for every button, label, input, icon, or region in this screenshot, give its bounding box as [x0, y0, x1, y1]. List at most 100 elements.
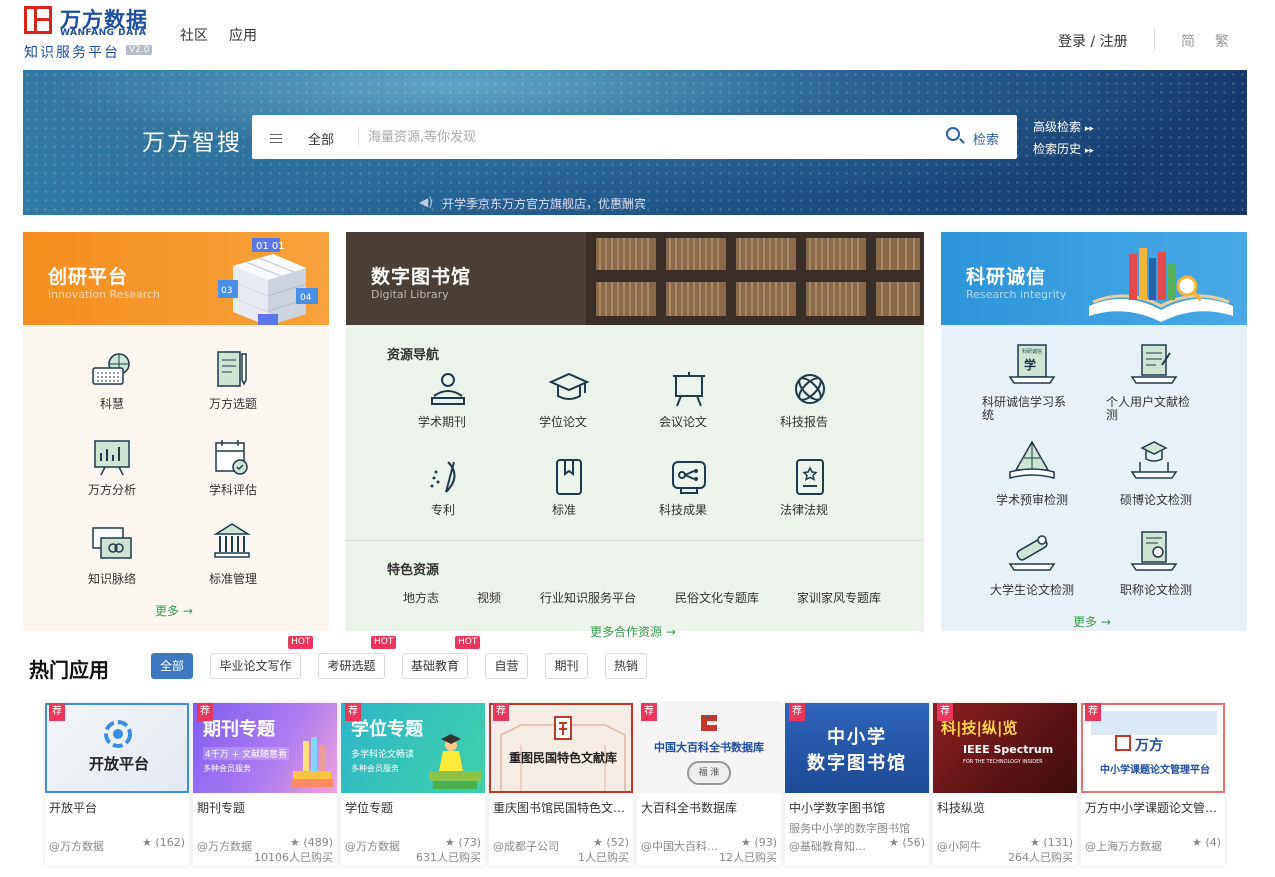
library-more-link[interactable]: 更多合作资源 → [590, 623, 676, 640]
lang-traditional[interactable]: 繁 [1215, 31, 1229, 51]
search-brand: 万方智搜 [142, 130, 242, 156]
integrity-master-phd[interactable]: 硕博论文检测 [1106, 494, 1206, 507]
search-history-link[interactable]: 检索历史 ▸▸ [1033, 140, 1094, 157]
item-discipline-eval[interactable]: 学科评估 [193, 484, 273, 497]
open-platform-logo-icon [104, 720, 132, 748]
nav-apps[interactable]: 应用 [229, 25, 257, 45]
card-author[interactable]: @成都子公司 [493, 838, 579, 854]
item-kehui[interactable]: 科慧 [72, 398, 152, 411]
search-input[interactable] [368, 122, 928, 152]
res-thesis[interactable]: 学位论文 [539, 416, 589, 429]
innovation-more-link[interactable]: 更多 → [155, 602, 193, 619]
star-icon: ★ [889, 836, 899, 849]
rating-count: (52) [606, 836, 629, 849]
card-rating: ★ (489) [290, 836, 333, 849]
integrity-pre-review[interactable]: 学术预审检测 [982, 494, 1082, 507]
res-tech-achievement[interactable]: 科技成果 [659, 504, 709, 517]
innovation-header[interactable]: 创研平台 innovation Research 01 01 03 04 [23, 232, 329, 325]
special-industry-platform[interactable]: 行业知识服务平台 [540, 589, 636, 606]
nav-community[interactable]: 社区 [180, 25, 208, 45]
res-tech-report[interactable]: 科技报告 [780, 416, 830, 429]
patent-spark-icon [430, 461, 456, 493]
integrity-title: 科研诚信 [966, 266, 1047, 288]
search-button[interactable]: 检索 [973, 129, 999, 148]
filter-thesis-writing[interactable]: 毕业论文写作 [210, 653, 301, 679]
app-card[interactable]: 开放平台 荐 开放平台 @万方数据 ★ (162) [45, 703, 189, 866]
library-header[interactable]: 数字图书馆 Digital Library [346, 232, 924, 325]
app-card[interactable]: 中国大百科全书数据库 福 淮 荐 大百科全书数据库 @中国大百科全书 ★ (93… [637, 703, 781, 866]
svg-text:03: 03 [221, 286, 232, 296]
recommend-tag: 荐 [345, 703, 361, 721]
card-author[interactable]: @上海万方数据 [1085, 838, 1171, 854]
lang-simplified[interactable]: 简 [1181, 31, 1195, 51]
item-topic-selection[interactable]: 万方选题 [193, 398, 273, 411]
filter-postgrad-topics[interactable]: 考研选题 [318, 653, 385, 679]
filter-basic-education[interactable]: 基础教育 [402, 653, 468, 679]
card-rating: ★ (52) [593, 836, 629, 849]
card-image-title: 万方 [1135, 738, 1163, 754]
integrity-personal-check[interactable]: 个人用户文献检测 [1106, 396, 1196, 422]
item-analysis[interactable]: 万方分析 [72, 484, 152, 497]
bookshelf-illustration [586, 232, 924, 325]
res-law[interactable]: 法律法规 [780, 504, 830, 517]
special-folk-culture[interactable]: 民俗文化专题库 [675, 589, 759, 606]
res-journal[interactable]: 学术期刊 [418, 416, 468, 429]
card-image-sub2: 多种会员服务 [351, 764, 399, 773]
search-history-label: 检索历史 [1033, 142, 1082, 156]
cube-illustration: 01 01 03 04 [218, 238, 318, 325]
integrity-learning-system[interactable]: 科研诚信学习系统 [982, 396, 1072, 422]
card-image: 中国大百科全书数据库 福 淮 [637, 703, 781, 793]
card-image-title: 中小学 [827, 727, 887, 748]
app-card[interactable]: 科|技|纵|览 IEEE Spectrum FOR THE TECHNOLOGY… [933, 703, 1077, 866]
filter-best-selling[interactable]: 热销 [605, 653, 647, 679]
books-illustration [291, 737, 333, 787]
menu-icon[interactable] [270, 134, 282, 143]
res-conference[interactable]: 会议论文 [659, 416, 709, 429]
integrity-more-link[interactable]: 更多 → [1073, 613, 1111, 630]
login-register-link[interactable]: 登录 / 注册 [1058, 31, 1128, 51]
integrity-header[interactable]: 科研诚信 Research integrity [941, 232, 1247, 325]
card-image-sub: 中小学课题论文管理平台 [1100, 765, 1210, 776]
recommend-tag: 荐 [1085, 703, 1101, 721]
app-card[interactable]: 重图民国特色文献库 荐 重庆图书馆民国特色文献库 @成都子公司 ★ (52) 1… [489, 703, 633, 866]
integrity-title-paper[interactable]: 职称论文检测 [1106, 584, 1206, 597]
res-patent[interactable]: 专利 [418, 504, 468, 517]
app-card[interactable]: 万方 中小学课题论文管理平台 荐 万方中小学课题论文管理平台 @上海万方数据 ★… [1081, 703, 1225, 866]
search-icon[interactable] [946, 127, 960, 141]
card-rating: ★ (4) [1192, 836, 1221, 849]
integrity-undergrad[interactable]: 大学生论文检测 [982, 584, 1082, 597]
app-card[interactable]: 中小学 数字图书馆 荐 中小学数字图书馆 服务中小学的数字图书馆 @基础教育知识… [785, 703, 929, 866]
card-image-banner [1091, 711, 1217, 735]
card-author[interactable]: @中国大百科全书 [641, 838, 727, 854]
keyboard-globe-icon [92, 353, 130, 385]
card-author[interactable]: @万方数据 [49, 838, 135, 854]
logo-english: WANFANG DATA [60, 28, 147, 38]
card-title: 科技纵览 [937, 801, 986, 815]
search-scope-select[interactable]: 全部 [308, 129, 334, 148]
res-standard[interactable]: 标准 [539, 504, 589, 517]
banner-notice[interactable]: 开学季京东万方官方旗舰店，优惠酬宾 [442, 195, 646, 212]
item-standard-mgmt[interactable]: 标准管理 [193, 573, 273, 586]
logo-mark [24, 6, 52, 34]
card-image-title: 开放平台 [88, 755, 149, 773]
card-rating: ★ (93) [741, 836, 777, 849]
card-title: 中小学数字图书馆 [789, 801, 886, 815]
recommend-tag: 荐 [493, 703, 509, 721]
atom-icon [795, 374, 825, 404]
library-title: 数字图书馆 [371, 266, 472, 288]
resource-nav-title: 资源导航 [387, 348, 440, 363]
app-card[interactable]: 期刊专题 4千万 + 文献随意看 多种会员服务 荐 期刊专题 @万方数据 ★ (… [193, 703, 337, 866]
logo-subtitle: 知识服务平台 [24, 45, 120, 61]
advanced-search-link[interactable]: 高级检索 ▸▸ [1033, 118, 1094, 135]
special-local-chronicles[interactable]: 地方志 [403, 589, 439, 606]
filter-all[interactable]: 全部 [151, 653, 193, 679]
more-label: 更多 [1073, 615, 1098, 629]
card-link-icon [92, 527, 132, 559]
item-knowledge-context[interactable]: 知识脉络 [72, 573, 152, 586]
app-card[interactable]: 学位专题 多学科论文畅读 多种会员服务 荐 学位专题 @万方数据 ★ (73) … [341, 703, 485, 866]
special-video[interactable]: 视频 [477, 589, 501, 606]
filter-self-operated[interactable]: 自营 [485, 653, 528, 679]
special-family-tradition[interactable]: 家训家风专题库 [797, 589, 881, 606]
filter-journal[interactable]: 期刊 [545, 653, 588, 679]
card-author[interactable]: @基础教育知识服务 [789, 838, 875, 854]
